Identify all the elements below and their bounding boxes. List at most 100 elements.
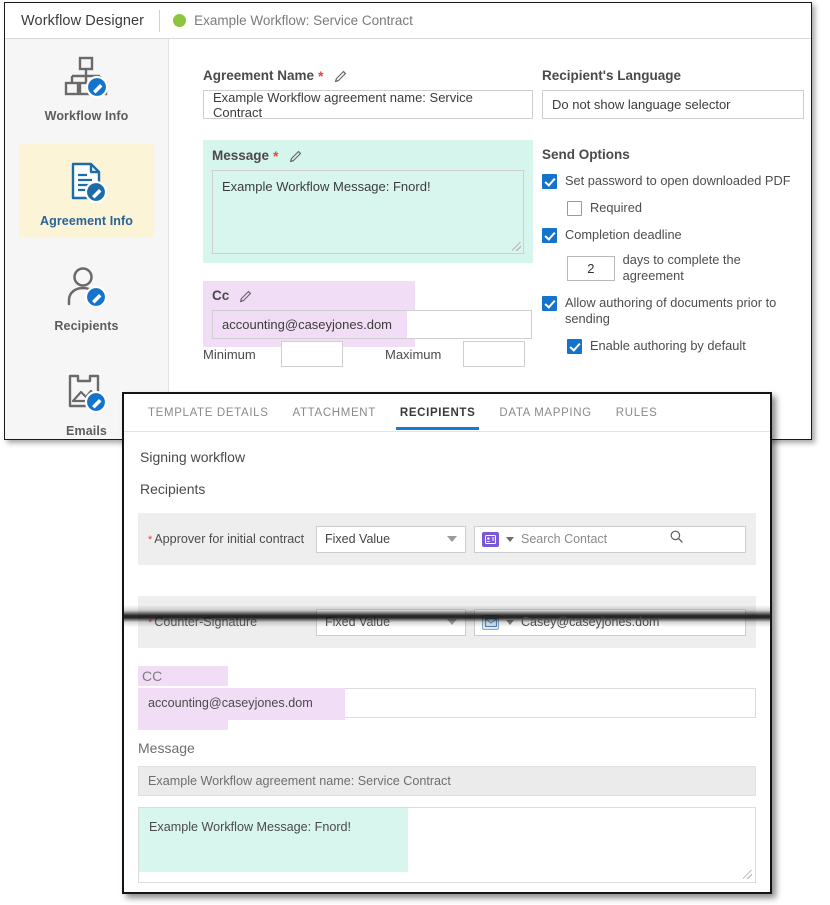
workflow-name: Example Workflow: Service Contract (194, 13, 413, 28)
window-titlebar: Workflow Designer Example Workflow: Serv… (5, 3, 811, 39)
cc-value: accounting@caseyjones.dom (148, 696, 313, 710)
recipient-value-type-select[interactable]: Fixed Value (316, 525, 466, 553)
recipient-email-value: Casey@caseyjones.dom (521, 615, 660, 629)
message-name-value: Example Workflow agreement name: Service… (148, 774, 451, 788)
recipient-row: * Approver for initial contract Fixed Va… (138, 513, 756, 565)
checkbox-enable-authoring-default[interactable] (567, 339, 582, 354)
workflow-designer-window: Workflow Designer Example Workflow: Serv… (4, 2, 812, 440)
sidebar-item-agreement-info[interactable]: Agreement Info (19, 144, 154, 237)
option-allow-authoring[interactable]: Allow authoring of documents prior to se… (542, 295, 804, 327)
option-label: Set password to open downloaded PDF (565, 173, 791, 188)
sidebar-label: Workflow Info (44, 109, 129, 123)
maximum-input[interactable] (463, 341, 525, 367)
minimum-label: Minimum (203, 346, 256, 362)
recipients-tab-body: Signing workflow Recipients * Approver f… (124, 432, 770, 883)
send-options-title: Send Options (542, 147, 630, 162)
checkbox-allow-authoring[interactable] (542, 296, 557, 311)
message-label: Message (138, 740, 195, 756)
cc-highlight-tail (138, 720, 228, 730)
recipients-title: Recipients (140, 481, 206, 497)
tab-rules[interactable]: RULES (604, 396, 670, 429)
message-body-highlight (139, 808, 408, 872)
cc-value: accounting@caseyjones.dom (222, 317, 393, 332)
form-right-column: Recipient's Language Do not show languag… (542, 68, 804, 354)
chevron-down-icon[interactable] (506, 536, 514, 542)
document-edit-icon (19, 156, 154, 210)
cc-section: CC accounting@caseyjones.dom (138, 666, 756, 730)
checkbox-completion-deadline[interactable] (542, 228, 557, 243)
status-dot-icon (173, 14, 187, 27)
agreement-name-label-text: Agreement Name (203, 68, 315, 83)
search-contact-placeholder: Search Contact (521, 532, 608, 546)
option-label: Allow authoring of documents prior to se… (565, 295, 777, 326)
chevron-down-icon (447, 536, 457, 542)
edit-pencil-icon[interactable] (334, 69, 348, 83)
sidebar-item-recipients[interactable]: Recipients (19, 249, 154, 342)
app-title: Workflow Designer (21, 12, 145, 29)
sidebar-label: Recipients (54, 319, 119, 333)
edit-pencil-icon[interactable] (289, 149, 303, 163)
contact-card-icon[interactable] (482, 531, 499, 547)
required-marker: * (148, 534, 153, 546)
checkbox-set-password[interactable] (542, 174, 557, 189)
send-options-section: Send Options Set password to open downlo… (542, 147, 804, 354)
message-name-input[interactable]: Example Workflow agreement name: Service… (138, 766, 756, 796)
maximum-label: Maximum (385, 346, 442, 362)
tab-data-mapping[interactable]: DATA MAPPING (487, 396, 603, 429)
message-label-text: Message (212, 148, 270, 163)
recipient-email-input[interactable]: Casey@caseyjones.dom (521, 615, 683, 629)
minimum-input[interactable] (281, 341, 343, 367)
resize-grip-icon[interactable] (512, 242, 521, 251)
option-label: Required (590, 200, 642, 215)
resize-grip-icon[interactable] (743, 870, 752, 879)
recipient-contact-box[interactable]: Search Contact (474, 525, 746, 553)
cc-input[interactable]: accounting@caseyjones.dom (138, 688, 756, 720)
sidebar-item-workflow-info[interactable]: Workflow Info (19, 39, 154, 132)
cc-label: CC (138, 666, 228, 686)
required-marker: * (318, 67, 324, 84)
deadline-days-suffix: days to complete the agreement (622, 252, 741, 283)
search-icon[interactable] (670, 530, 683, 548)
form-left-column: Agreement Name * Example Workflow agreeme… (203, 68, 533, 347)
recipient-value-type: Fixed Value (325, 532, 391, 546)
agreement-info-form: Agreement Name * Example Workflow agreeme… (170, 39, 811, 439)
option-label: Enable authoring by default (590, 338, 746, 353)
tab-template-details[interactable]: TEMPLATE DETAILS (136, 396, 281, 429)
cc-input[interactable]: accounting@caseyjones.dom (212, 310, 532, 339)
deadline-days-row: 2 days to complete the agreement (567, 252, 804, 284)
tab-recipients[interactable]: RECIPIENTS (388, 396, 488, 430)
recipient-label: * Approver for initial contract (148, 532, 316, 546)
template-tabs: TEMPLATE DETAILS ATTACHMENT RECIPIENTS D… (124, 394, 770, 432)
language-label: Recipient's Language (542, 68, 804, 83)
message-body-value: Example Workflow Message: Fnord! (149, 820, 352, 834)
language-value: Do not show language selector (552, 97, 731, 112)
agreement-name-input[interactable]: Example Workflow agreement name: Service… (203, 89, 533, 120)
message-textarea[interactable]: Example Workflow Message: Fnord! (212, 170, 524, 254)
message-block: Message * Example Workflow Message: Fnord… (203, 140, 533, 263)
option-enable-authoring-default[interactable]: Enable authoring by default (567, 338, 804, 354)
required-marker: * (273, 147, 279, 164)
workflow-tree-edit-icon (19, 51, 154, 105)
message-value: Example Workflow Message: Fnord! (222, 179, 431, 194)
option-set-password[interactable]: Set password to open downloaded PDF (542, 173, 804, 189)
cc-block: Cc accounting@caseyjones.dom (203, 281, 532, 347)
title-divider (159, 9, 161, 32)
language-select[interactable]: Do not show language selector (542, 90, 804, 119)
option-label: Completion deadline (565, 227, 682, 242)
message-body-textarea[interactable]: Example Workflow Message: Fnord! (138, 807, 756, 883)
checkbox-required[interactable] (567, 201, 582, 216)
tab-attachment[interactable]: ATTACHMENT (281, 396, 388, 429)
designer-sidebar: Workflow Info Agreement Info Recipients … (5, 39, 181, 439)
screenshot-root: Workflow Designer Example Workflow: Serv… (0, 0, 830, 905)
edit-pencil-icon[interactable] (239, 289, 253, 303)
person-edit-icon (19, 261, 154, 315)
option-required[interactable]: Required (567, 200, 804, 216)
cc-label-text: Cc (212, 288, 230, 303)
message-label: Message * (212, 148, 524, 163)
agreement-name-value: Example Workflow agreement name: Service… (213, 89, 473, 120)
message-section: Message Example Workflow agreement name:… (138, 740, 756, 883)
deadline-days-input[interactable]: 2 (567, 255, 615, 281)
signing-workflow-title: Signing workflow (140, 449, 246, 465)
option-completion-deadline[interactable]: Completion deadline (542, 227, 804, 243)
search-contact-input[interactable]: Search Contact (521, 532, 663, 546)
